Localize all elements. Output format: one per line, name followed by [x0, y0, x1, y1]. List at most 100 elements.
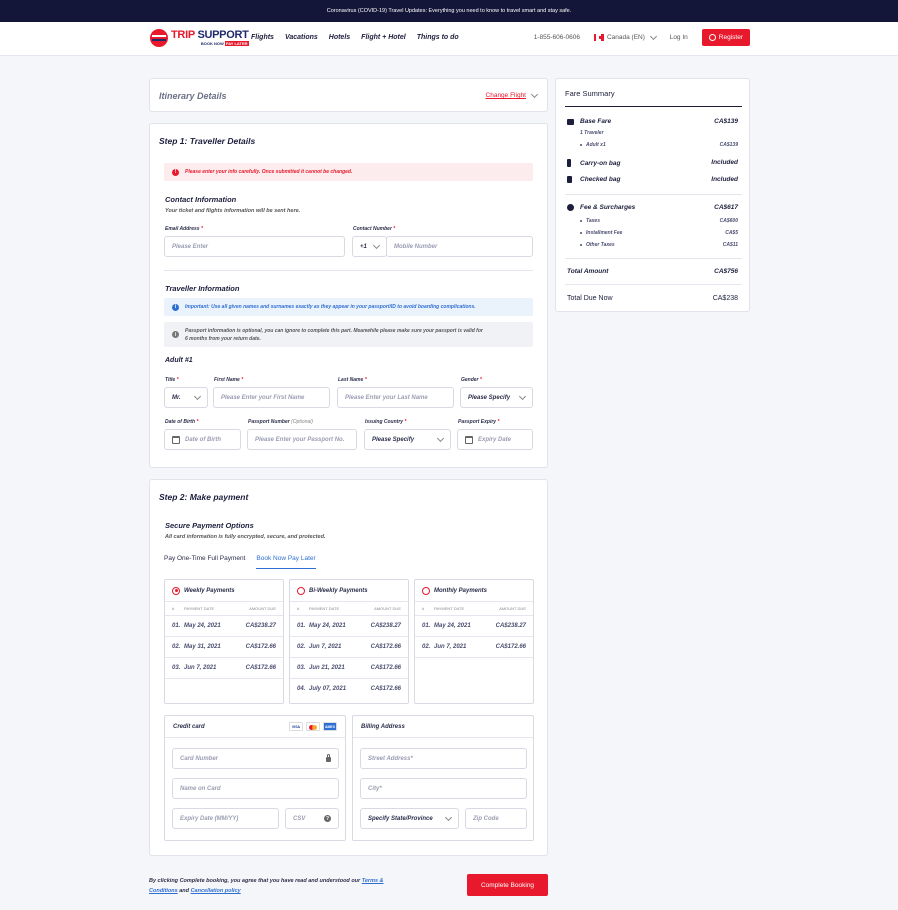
conditions-link[interactable]: Conditions — [149, 888, 178, 894]
taxes-row: Taxes CA$600 — [567, 218, 738, 224]
covid-banner-text: Coronavirus (COVID-19) Travel Updates: E… — [326, 8, 572, 14]
table-row: 02. May 31, 2021 CA$172.66 — [165, 637, 283, 658]
covid-banner[interactable]: Coronavirus (COVID-19) Travel Updates: E… — [0, 0, 898, 22]
contact-subtitle: Your ticket and flights information will… — [165, 208, 301, 214]
biweekly-plan[interactable]: Bi-Weekly Payments # PAYMENT DATE AMOUNT D… — [289, 579, 409, 704]
city-field[interactable]: City* — [360, 778, 527, 799]
nav-flights[interactable]: Flights — [251, 34, 274, 41]
name-on-card-field[interactable]: Name on Card — [172, 778, 339, 799]
logo[interactable]: TRIP SUPPORT BOOK NOW PAY LATER — [150, 29, 249, 47]
nav-things-to-do[interactable]: Things to do — [417, 34, 459, 41]
email-label: Email Address * — [165, 226, 203, 232]
lock-icon — [326, 754, 331, 762]
help-icon[interactable]: ? — [324, 815, 331, 822]
chevron-down-icon — [372, 241, 381, 249]
total-amount-row: Total Amount CA$756 — [567, 268, 738, 275]
zip-code-field[interactable]: Zip Code — [465, 808, 527, 829]
radio-unselected[interactable] — [297, 586, 305, 595]
gender-select[interactable]: Please Specify — [460, 387, 533, 408]
country-code-select[interactable]: +1 — [352, 236, 387, 257]
dollar-icon — [567, 204, 574, 211]
itinerary-panel[interactable]: Itinerary Details Change Flight — [149, 78, 548, 112]
nav-menu: Flights Vacations Hotels Flight + Hotel … — [251, 34, 459, 41]
passport-number-field[interactable]: Please Enter your Passport No. — [247, 429, 357, 450]
calendar-icon — [172, 435, 180, 444]
passport-expiry-label: Passport Expiry * — [458, 419, 500, 425]
card-brands: VISA AMEX — [289, 722, 337, 731]
payment-card: Step 2: Make payment Secure Payment Opti… — [149, 479, 548, 856]
table-row: 01. May 24, 2021 CA$238.27 — [290, 616, 408, 637]
complete-booking-button[interactable]: Complete Booking — [467, 874, 548, 896]
chevron-down-icon — [436, 434, 445, 442]
weekly-plan[interactable]: Weekly Payments # PAYMENT DATE AMOUNT DUE … — [164, 579, 284, 704]
login-link[interactable]: Log In — [670, 34, 688, 41]
card-number-field[interactable]: Card Number — [172, 748, 339, 769]
register-button[interactable]: Register — [701, 29, 750, 46]
passport-note: i Passport information is optional, you c… — [164, 322, 533, 347]
adult-heading: Adult #1 — [165, 357, 193, 364]
fees-row: Fee & Surcharges CA$617 — [567, 204, 738, 211]
locale-selector[interactable]: Canada (EN) — [593, 33, 657, 41]
total-due-row: Total Due Now CA$238 — [567, 295, 738, 302]
step1-title: Step 1: Traveller Details — [159, 136, 256, 146]
installment-fee-row: Installment Fee CA$5 — [567, 230, 738, 236]
mobile-number-field[interactable]: Mobile Number — [386, 236, 533, 257]
itinerary-title: Itinerary Details — [159, 91, 227, 101]
billing-address-title: Billing Address — [361, 723, 405, 730]
table-row: 04. July 07, 2021 CA$172.66 — [297, 686, 401, 692]
chevron-down-icon[interactable] — [530, 90, 539, 98]
carry-on-bag-icon — [567, 159, 571, 167]
terms-link[interactable]: Terms & — [362, 878, 384, 884]
secure-payment-title: Secure Payment Options — [165, 521, 254, 530]
passport-expiry-field[interactable]: Expiry Date — [457, 429, 533, 450]
table-row: 02. Jun 7, 2021 CA$172.66 — [415, 637, 533, 658]
gender-label: Gender * — [461, 377, 482, 383]
radio-unselected[interactable] — [422, 586, 430, 595]
first-name-field[interactable]: Please Enter your First Name — [213, 387, 330, 408]
tab-full-payment[interactable]: Pay One-Time Full Payment — [164, 555, 245, 569]
traveller-details-card: Step 1: Traveller Details ! Please enter … — [149, 123, 548, 468]
csv-field[interactable]: CSV? — [285, 808, 339, 829]
visa-icon: VISA — [289, 722, 303, 731]
table-row: 03. Jun 21, 2021 CA$172.66 — [290, 658, 408, 679]
adult-row: Adult x1 CA$139 — [567, 142, 738, 148]
cancellation-policy-link[interactable]: Cancellation policy — [191, 888, 241, 894]
title-select[interactable]: Mr. — [164, 387, 208, 408]
contact-title: Contact Information — [165, 195, 237, 204]
billing-address-box: Billing Address Street Address* City* Sp… — [352, 715, 534, 841]
expiry-date-field[interactable]: Expiry Date (MM/YY) — [172, 808, 279, 829]
passport-label: Passport Number (Optional) — [248, 419, 314, 425]
brand-name: TRIP SUPPORT — [171, 29, 249, 41]
change-flight-link[interactable]: Change Flight — [486, 92, 526, 99]
nav-hotels[interactable]: Hotels — [329, 34, 350, 41]
base-fare-row: Base Fare CA$139 — [567, 118, 738, 125]
radio-selected[interactable] — [172, 586, 180, 595]
dob-field[interactable]: Date of Birth — [164, 429, 241, 450]
state-select[interactable]: Specify State/Province — [360, 808, 459, 829]
terms-notice: By clicking Complete booking, you agree … — [149, 878, 384, 894]
payment-tabs: Pay One-Time Full Payment Book Now Pay L… — [164, 555, 316, 569]
nav-flight-hotel[interactable]: Flight + Hotel — [361, 34, 406, 41]
brand-tagline: BOOK NOW PAY LATER — [200, 41, 249, 46]
ticket-icon — [567, 118, 574, 125]
info-warning: ! Please enter your info carefully. Once … — [164, 163, 533, 181]
travelers-row: 1 Traveler — [580, 130, 604, 136]
fare-summary-title: Fare Summary — [565, 89, 615, 98]
chevron-down-icon — [649, 33, 657, 41]
last-name-field[interactable]: Please Enter your Last Name — [337, 387, 454, 408]
monthly-plan[interactable]: Monthly Payments # PAYMENT DATE AMOUNT DUE… — [414, 579, 534, 704]
globe-icon — [150, 29, 168, 47]
tab-pay-later[interactable]: Book Now Pay Later — [256, 555, 316, 569]
fare-summary: Fare Summary Base Fare CA$139 1 Traveler … — [555, 78, 750, 312]
carry-on-row: Carry-on bag Included — [567, 159, 738, 167]
issuing-country-select[interactable]: Please Specify — [364, 429, 451, 450]
phone-number[interactable]: 1-855-606-0606 — [534, 34, 580, 41]
nav-vacations[interactable]: Vacations — [285, 34, 318, 41]
email-field[interactable]: Please Enter — [164, 236, 345, 257]
checked-bag-icon — [567, 176, 572, 183]
info-icon: i — [172, 303, 179, 311]
secure-payment-subtitle: All card information is fully encrypted,… — [165, 534, 326, 540]
street-address-field[interactable]: Street Address* — [360, 748, 527, 769]
info-icon: i — [172, 331, 179, 338]
chevron-down-icon — [193, 392, 202, 400]
